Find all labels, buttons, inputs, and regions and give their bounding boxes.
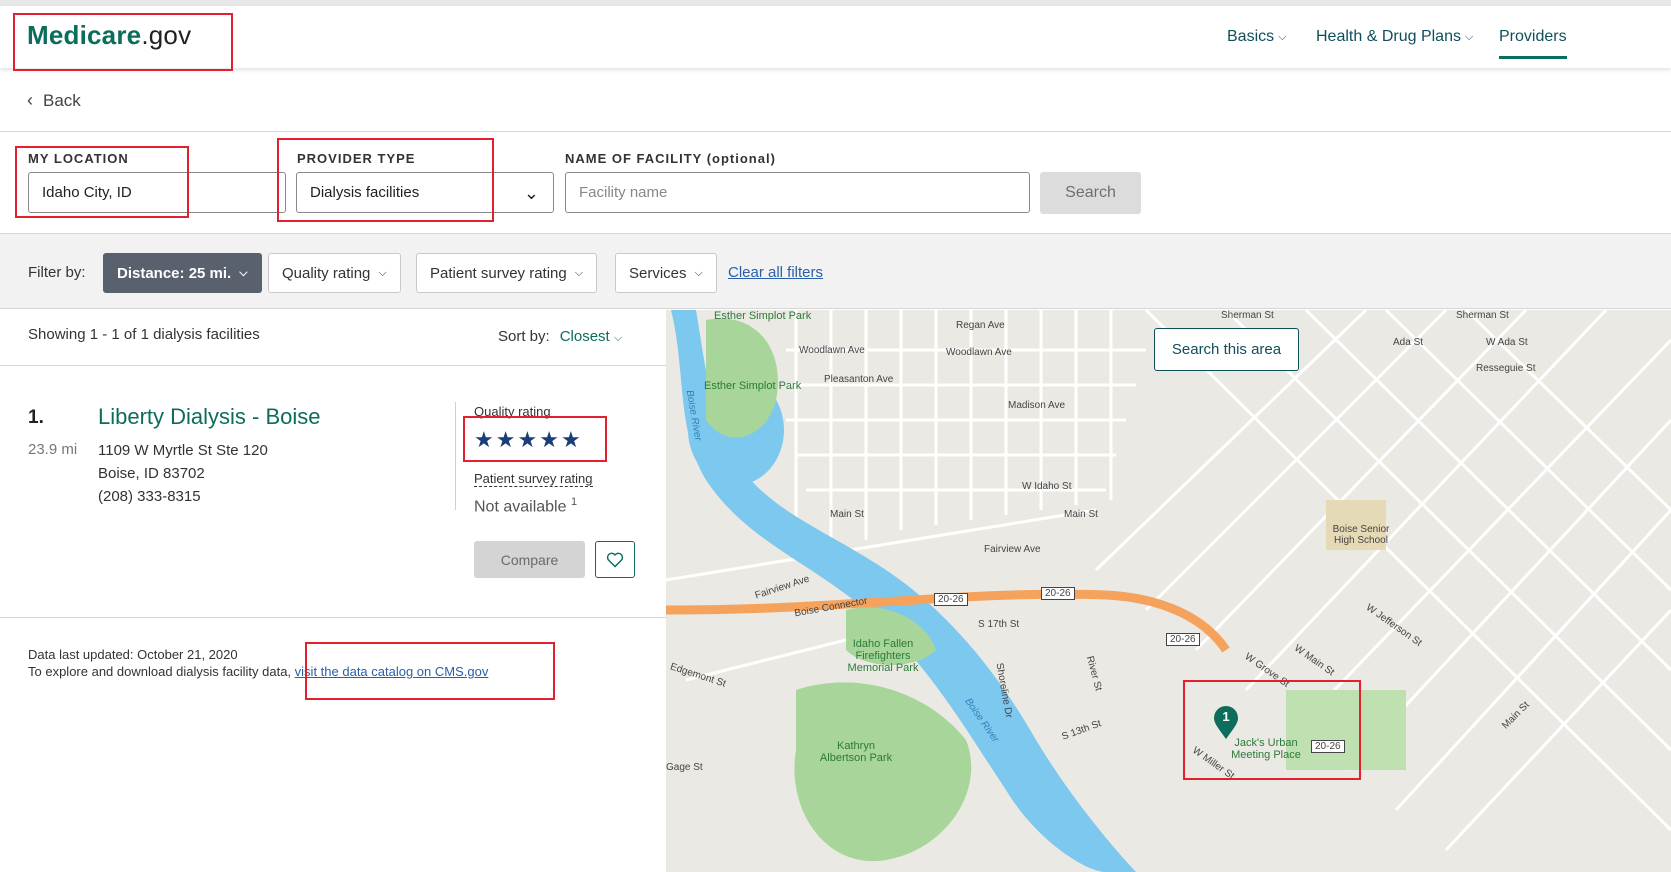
nav-providers[interactable]: Providers [1499,28,1567,59]
map-label-ada: Ada St [1393,337,1424,348]
highway-shield-4: 20-26 [1311,740,1345,753]
phone-number: (208) 333-8315 [98,488,201,505]
map-marker[interactable]: 1 [1213,706,1239,740]
map-label-w-ada: W Ada St [1486,337,1528,348]
sort-control[interactable]: Sort by: Closest ⌵ [498,328,622,345]
divider [455,402,456,510]
divider [0,365,666,366]
heart-icon [606,552,624,568]
map-label-jacks-urban: Jack's Urban Meeting Place [1231,737,1301,761]
map-label-esther-top: Esther Simplot Park [714,310,812,322]
map-label-w-idaho: W Idaho St [1022,481,1072,492]
location-input[interactable]: Idaho City, ID [28,172,286,213]
map-label-main-1: Main St [830,509,864,520]
map-label-fallen-firefighters: Idaho Fallen Firefighters Memorial Park [847,638,919,674]
map-marker-label: 1 [1222,709,1230,724]
facility-name-label: NAME OF FACILITY (optional) [565,151,776,166]
result-index: 1. [28,407,44,428]
site-header: Medicare.gov Basics ⌵ Health & Drug Plans… [0,6,1671,68]
nav-basics[interactable]: Basics ⌵ [1227,28,1286,46]
chevron-left-icon: ‹ [27,90,33,110]
quality-rating-filter[interactable]: Quality rating ⌵ [268,253,401,293]
facility-name-input[interactable]: Facility name [565,172,1030,213]
map[interactable]: Esther Simplot Park Esther Simplot Park … [666,310,1671,872]
map-label-woodlawn-2: Woodlawn Ave [946,347,1012,358]
data-catalog-link[interactable]: visit the data catalog on CMS.gov [295,664,489,679]
map-label-boise-senior: Boise Senior High School [1332,524,1390,546]
chevron-down-icon: ⌵ [1464,30,1474,43]
location-label: MY LOCATION [28,151,129,166]
map-label-regan: Regan Ave [956,320,1005,331]
explore-text: To explore and download dialysis facilit… [28,664,489,679]
search-this-area-button[interactable]: Search this area [1154,328,1299,371]
highway-shield-2: 20-26 [1041,587,1075,600]
provider-type-label: PROVIDER TYPE [297,151,416,166]
patient-survey-label[interactable]: Patient survey rating [474,471,593,487]
map-label-sherman-1: Sherman St [1221,310,1274,321]
quality-rating-label: Quality rating [474,404,551,419]
medicare-logo[interactable]: Medicare.gov [27,20,191,51]
highway-shield-3: 20-26 [1166,633,1200,646]
star-icon: ★ [495,427,518,452]
map-label-gage: Gage St [666,762,703,773]
map-label-s17: S 17th St [978,619,1020,630]
nav-health-drug-plans[interactable]: Health & Drug Plans ⌵ [1316,28,1473,46]
patient-survey-filter[interactable]: Patient survey rating ⌵ [416,253,598,293]
star-icon: ★ [539,427,561,452]
map-label-main-2: Main St [1064,509,1098,520]
sort-select[interactable]: Closest ⌵ [560,328,623,345]
address-line2: Boise, ID 83702 [98,465,205,482]
chevron-down-icon: ⌵ [574,266,584,279]
chevron-down-icon: ⌵ [694,266,703,279]
back-link[interactable]: ‹ Back [27,90,81,111]
map-label-sherman-2: Sherman St [1456,310,1509,321]
result-distance: 23.9 mi [28,441,78,458]
map-label-pleasanton: Pleasanton Ave [824,374,894,385]
divider [0,617,666,618]
map-label-esther: Esther Simplot Park [704,380,802,392]
sort-label: Sort by: [498,328,550,345]
back-label: Back [43,90,81,110]
results-count: Showing 1 - 1 of 1 dialysis facilities [28,326,260,343]
patient-survey-value: Not available 1 [474,496,578,516]
search-button[interactable]: Search [1040,172,1141,214]
chevron-down-icon: ⌄ [523,183,539,203]
divider [0,131,1671,132]
chevron-down-icon: ⌵ [239,266,248,279]
highway-shield-1: 20-26 [934,593,968,606]
distance-filter[interactable]: Distance: 25 mi. ⌵ [103,253,262,293]
map-label-resseguie: Resseguie St [1476,363,1536,374]
facility-name-link[interactable]: Liberty Dialysis - Boise [98,404,321,430]
star-rating: ★★★★★ [474,427,583,453]
clear-filters-link[interactable]: Clear all filters [728,264,823,281]
filter-by-label: Filter by: [28,264,86,281]
data-updated-text: Data last updated: October 21, 2020 [28,647,238,662]
chevron-down-icon: ⌵ [378,266,387,279]
star-icon: ★ [474,427,496,452]
footnote-marker[interactable]: 1 [571,496,577,508]
map-label-madison: Madison Ave [1008,400,1066,411]
favorite-button[interactable] [595,541,635,578]
chevron-down-icon: ⌵ [1278,30,1287,43]
provider-type-select[interactable]: Dialysis facilities ⌄ [296,172,554,213]
map-canvas [666,310,1671,872]
star-icon: ★ [560,427,583,452]
address-line1: 1109 W Myrtle St Ste 120 [98,442,268,459]
star-icon: ★ [517,427,540,452]
chevron-down-icon: ⌵ [613,332,623,344]
map-label-kathryn-albertson: Kathryn Albertson Park [819,740,893,764]
services-filter[interactable]: Services ⌵ [615,253,717,293]
map-label-woodlawn-1: Woodlawn Ave [799,345,865,356]
compare-button[interactable]: Compare [474,541,585,578]
map-label-fairview-2: Fairview Ave [984,544,1041,555]
provider-type-value: Dialysis facilities [310,184,420,201]
